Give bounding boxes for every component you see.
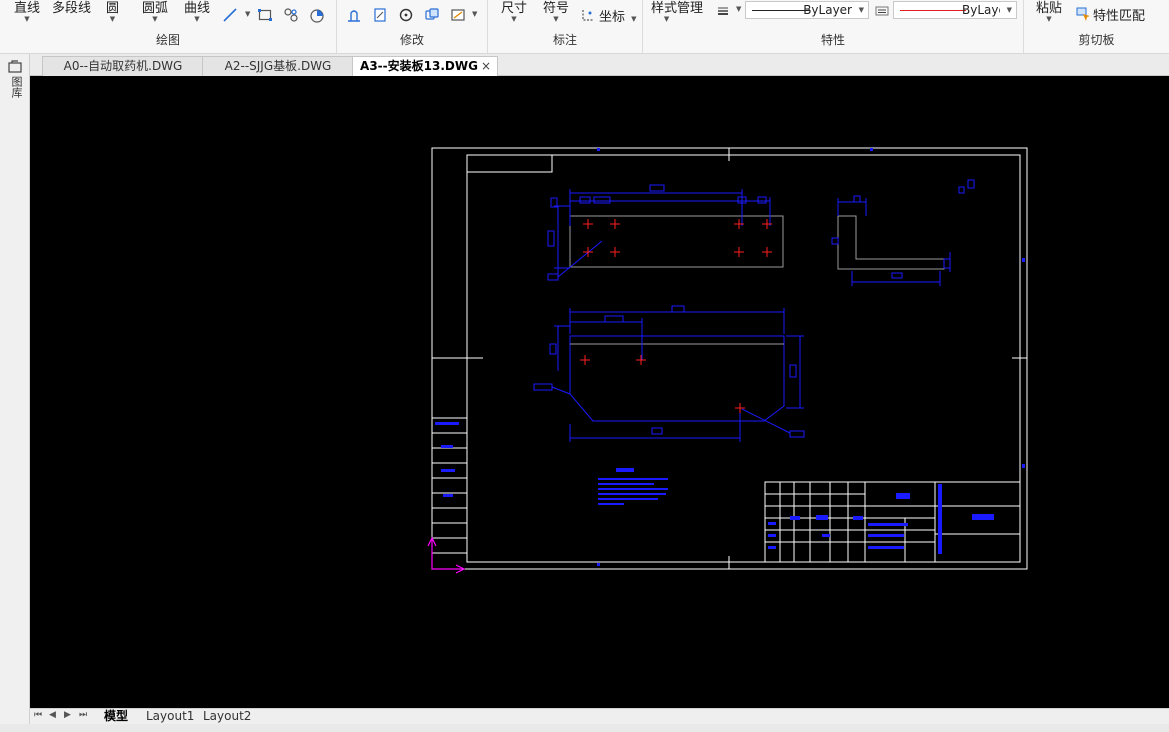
chevron-down-icon: ▼ — [152, 15, 158, 23]
cad-drawing — [427, 147, 1028, 574]
tab-label: A2--SJJG基板.DWG — [224, 59, 332, 73]
coordinate-button[interactable]: 坐标 ▼ — [599, 6, 637, 25]
chevron-down-icon[interactable]: ▼ — [736, 5, 741, 13]
ucs-icon — [427, 536, 466, 574]
line-button[interactable]: 直线 ▼ — [14, 0, 41, 23]
part-view-side — [831, 179, 975, 286]
modify-group: ▼ 修改 — [337, 0, 488, 54]
polyline-button[interactable]: 多段线 — [52, 0, 91, 16]
rectangle-icon[interactable] — [257, 7, 273, 23]
tab-document-3[interactable]: A3--安装板13.DWG × — [352, 56, 498, 77]
technical-notes — [598, 468, 668, 505]
style-manager-label: 样式管理 — [651, 1, 704, 16]
chevron-down-icon: ▼ — [631, 15, 637, 23]
part-view-bottom — [533, 305, 805, 442]
library-tab[interactable]: 图库 — [8, 76, 23, 98]
part-view-top — [547, 184, 784, 281]
tab-label: A3--安装板13.DWG — [360, 59, 478, 73]
document-tab-bar: A0--自动取药机.DWG A2--SJJG基板.DWG A3--安装板13.D… — [30, 54, 1169, 77]
linetype-preview — [752, 10, 810, 11]
document-edit-icon[interactable] — [372, 7, 388, 23]
chevron-down-icon[interactable]: ▼ — [245, 10, 250, 18]
curve-button[interactable]: 曲线 ▼ — [184, 0, 211, 23]
circle-label: 圆 — [106, 1, 120, 16]
tab-model[interactable]: 模型 — [104, 709, 128, 725]
tab-layout2[interactable]: Layout2 — [203, 709, 251, 725]
draw-group: 直线 ▼ 多段线 圆 ▼ 圆弧 ▼ 曲线 ▼ ▼ 绘图 — [0, 0, 337, 54]
paste-label: 粘贴 — [1036, 1, 1063, 16]
polyline-label: 多段线 — [52, 1, 92, 16]
title-block-text — [435, 422, 994, 554]
color-dropdown[interactable]: ByLayer ▼ — [893, 1, 1017, 19]
prev-layout-icon[interactable]: ◀ — [49, 710, 56, 720]
match-properties-button[interactable]: 特性匹配 — [1093, 5, 1145, 24]
chevron-down-icon: ▼ — [109, 15, 116, 23]
chevron-down-icon: ▼ — [194, 15, 200, 23]
hatch-icon[interactable] — [283, 7, 299, 23]
match-properties-icon — [1076, 7, 1090, 21]
line-label: 直线 — [14, 1, 41, 16]
lineweight-icon[interactable] — [715, 3, 731, 19]
last-layout-icon[interactable]: ⏭ — [79, 710, 87, 720]
coordinate-label: 坐标 — [599, 10, 626, 25]
linetype-value: ByLayer — [803, 3, 852, 17]
properties-group-title: 特性 — [820, 33, 845, 47]
tab-layout1[interactable]: Layout1 — [146, 709, 194, 725]
dimension-label: 尺寸 — [501, 1, 528, 16]
drawing-canvas[interactable] — [30, 76, 1169, 708]
ribbon: 直线 ▼ 多段线 圆 ▼ 圆弧 ▼ 曲线 ▼ ▼ 绘图 ▼ 修改 尺寸 ▼ 符号… — [0, 0, 1169, 54]
line-weight-list-icon[interactable] — [874, 3, 890, 19]
layout-tab-bar: ⏮ ◀ ▶ ⏭ 模型 Layout1 Layout2 — [30, 708, 1169, 724]
modify-group-title: 修改 — [399, 33, 424, 47]
drawing-frame — [431, 147, 1028, 570]
properties-group: 样式管理 ▼ ▼ ByLayer ▼ ByLayer ▼ 特性 — [643, 0, 1024, 54]
status-strip — [0, 724, 1169, 732]
stretch-icon[interactable] — [346, 7, 362, 23]
chevron-down-icon: ▼ — [858, 6, 864, 14]
color-value: ByLayer — [962, 3, 1000, 17]
chevron-down-icon: ▼ — [511, 15, 517, 23]
coordinate-icon — [582, 10, 593, 21]
symbol-button[interactable]: 符号 ▼ — [543, 0, 570, 23]
curve-label: 曲线 — [184, 1, 211, 16]
chevron-down-icon: ▼ — [1006, 6, 1012, 14]
tab-label: A0--自动取药机.DWG — [63, 59, 183, 73]
symbol-label: 符号 — [543, 1, 570, 16]
tab-document-1[interactable]: A0--自动取药机.DWG — [42, 56, 204, 76]
chevron-down-icon[interactable]: ▼ — [472, 10, 477, 18]
construction-line-icon[interactable] — [222, 7, 238, 23]
clipboard-group-title: 剪切板 — [1078, 33, 1115, 47]
first-layout-icon[interactable]: ⏮ — [34, 710, 42, 720]
chevron-down-icon: ▼ — [1046, 15, 1052, 23]
library-icon[interactable] — [8, 60, 22, 74]
paste-button[interactable]: 粘贴 ▼ — [1036, 0, 1063, 23]
copy-icon[interactable] — [424, 7, 440, 23]
hole-centermarks-top — [583, 219, 772, 257]
clipboard-group: 粘贴 ▼ 特性匹配 剪切板 — [1024, 0, 1169, 54]
annotate-group: 尺寸 ▼ 符号 ▼ 坐标 ▼ 标注 — [488, 0, 643, 54]
arc-label: 圆弧 — [142, 1, 169, 16]
properties-panel-icon[interactable] — [450, 7, 466, 23]
chevron-down-icon: ▼ — [663, 15, 670, 23]
close-icon[interactable]: × — [481, 57, 491, 76]
frame-markers — [597, 148, 1025, 566]
match-properties-label: 特性匹配 — [1093, 9, 1146, 24]
draw-group-title: 绘图 — [155, 33, 180, 47]
chevron-down-icon: ▼ — [24, 15, 30, 23]
circle-button[interactable]: 圆 ▼ — [106, 0, 120, 23]
library-dock: 图库 — [0, 54, 30, 732]
color-preview — [900, 10, 966, 11]
next-layout-icon[interactable]: ▶ — [64, 710, 71, 720]
rotate-icon[interactable] — [398, 7, 414, 23]
arc-button[interactable]: 圆弧 ▼ — [142, 0, 169, 23]
linetype-dropdown[interactable]: ByLayer ▼ — [745, 1, 869, 19]
dimension-button[interactable]: 尺寸 ▼ — [501, 0, 528, 23]
chevron-down-icon: ▼ — [553, 15, 559, 23]
tab-document-2[interactable]: A2--SJJG基板.DWG — [202, 56, 354, 76]
region-icon[interactable] — [309, 7, 325, 23]
annotate-group-title: 标注 — [552, 33, 577, 47]
style-manager-button[interactable]: 样式管理 ▼ — [651, 0, 704, 23]
hole-centermarks-bottom — [580, 355, 745, 413]
